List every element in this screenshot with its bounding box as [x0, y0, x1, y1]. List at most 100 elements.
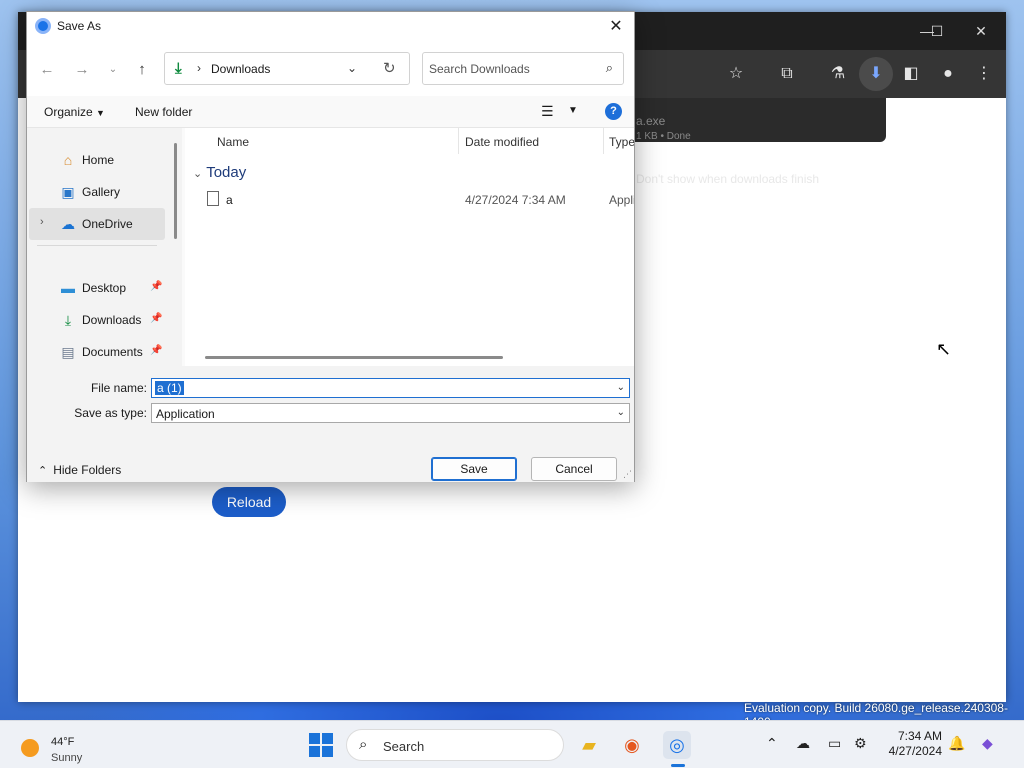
nav-item-label: Documents: [82, 345, 143, 359]
star-icon[interactable]: ☆: [724, 62, 748, 86]
file-explorer-icon[interactable]: ▰: [575, 731, 603, 759]
menu-icon[interactable]: ⋮: [972, 62, 996, 86]
file-name: a: [226, 193, 233, 207]
nav-item-label: OneDrive: [82, 217, 133, 231]
back-arrow-icon[interactable]: ←: [37, 60, 57, 80]
nav-divider: [37, 245, 157, 246]
view-list-icon[interactable]: ☰: [541, 103, 554, 120]
windows-start-icon[interactable]: [309, 733, 333, 757]
column-header-name[interactable]: Name: [217, 135, 249, 157]
labs-icon[interactable]: ⚗: [826, 62, 850, 86]
reload-button[interactable]: Reload: [212, 487, 286, 517]
column-separator[interactable]: [603, 128, 604, 154]
file-list: Name Date modified Type ⌄ Today a 4/27/20…: [185, 128, 634, 366]
help-icon[interactable]: ?: [605, 103, 622, 120]
clock-time: 7:34 AM: [897, 729, 942, 743]
save-as-type-select[interactable]: Application ⌄: [151, 403, 630, 423]
nav-item-gallery[interactable]: ▣ Gallery: [29, 176, 165, 208]
taskbar: 44°F Sunny ⌕ Search ▰ ◉ ◎ ⌃ ☁ ▭ ⚙ 7:34 A…: [0, 720, 1024, 768]
firefox-icon[interactable]: ◉: [618, 731, 646, 759]
address-location[interactable]: Downloads: [211, 62, 270, 76]
chevron-up-icon[interactable]: ⌃: [766, 735, 778, 752]
close-window-icon[interactable]: ✕: [970, 20, 992, 42]
chevron-down-icon[interactable]: ⌄: [347, 61, 357, 75]
resize-grip-icon[interactable]: ⋰: [623, 469, 632, 480]
nav-item-label: Home: [82, 153, 115, 167]
taskbar-search[interactable]: ⌕ Search: [346, 729, 564, 761]
caret-down-icon[interactable]: ▼: [568, 105, 578, 116]
pin-icon[interactable]: 📌: [150, 281, 162, 292]
search-input[interactable]: [429, 60, 589, 78]
organize-button[interactable]: Organize ▼: [44, 105, 105, 119]
bell-icon[interactable]: 🔔: [948, 735, 965, 752]
organize-label: Organize: [44, 105, 93, 119]
chevron-right-icon[interactable]: ›: [40, 216, 44, 228]
nav-item-label: Gallery: [82, 185, 121, 199]
sun-icon[interactable]: [21, 739, 39, 757]
file-type: Appli: [609, 193, 634, 207]
chevron-down-icon: ⌄: [193, 168, 203, 180]
nav-scrollbar[interactable]: [174, 143, 177, 239]
search-icon[interactable]: ⌕: [606, 60, 613, 76]
gallery-icon: ▣: [61, 184, 75, 200]
navigation-pane: ⌂ Home ▣ Gallery › ☁ OneDrive ▬ Desktop …: [27, 128, 182, 366]
file-row[interactable]: a 4/27/2024 7:34 AM Appli: [185, 186, 634, 212]
horizontal-scrollbar[interactable]: [205, 356, 503, 359]
file-name-field[interactable]: a (1) ⌄: [151, 378, 630, 398]
downloads-icon[interactable]: ⬇: [859, 57, 893, 91]
address-bar[interactable]: ⤓ › Downloads ⌄ ↻: [164, 52, 410, 85]
downloads-notice[interactable]: Don't show when downloads finish: [636, 172, 819, 186]
cancel-button[interactable]: Cancel: [531, 457, 617, 481]
chrome-icon: [35, 18, 51, 34]
system-clock[interactable]: 7:34 AM 4/27/2024: [878, 729, 942, 759]
close-icon[interactable]: ✕: [604, 15, 628, 39]
weather-condition[interactable]: Sunny: [51, 752, 82, 764]
onedrive-off-icon[interactable]: ☁: [796, 735, 810, 752]
refresh-icon[interactable]: ↻: [383, 59, 396, 77]
column-header-date[interactable]: Date modified: [465, 135, 539, 157]
profile-icon[interactable]: ●: [936, 62, 960, 86]
file-name-value[interactable]: a (1): [155, 381, 184, 395]
cloud-icon: ☁: [61, 216, 75, 232]
taskbar-search-label: Search: [383, 739, 425, 754]
file-date: 4/27/2024 7:34 AM: [465, 193, 566, 207]
nav-item-home[interactable]: ⌂ Home: [29, 144, 165, 176]
pin-icon[interactable]: 📌: [150, 345, 162, 356]
search-box[interactable]: ⌕: [422, 52, 624, 85]
desktop-icon: ▬: [61, 280, 75, 296]
side-panel-icon[interactable]: ◧: [899, 62, 923, 86]
recent-chevron-icon[interactable]: ⌄: [103, 60, 123, 80]
nav-item-documents[interactable]: ▤ Documents 📌: [29, 336, 165, 368]
copilot-icon[interactable]: ◆: [982, 735, 993, 752]
display-icon[interactable]: ▭: [828, 735, 841, 752]
download-icon: ⤓: [175, 60, 182, 77]
save-button[interactable]: Save: [431, 457, 517, 481]
nav-item-label: Desktop: [82, 281, 127, 295]
nav-item-label: Downloads: [82, 313, 142, 327]
group-header-today[interactable]: ⌄ Today: [193, 164, 246, 181]
breadcrumb-chevron-icon: ›: [197, 61, 201, 75]
new-folder-button[interactable]: New folder: [135, 105, 192, 119]
save-form: File name: a (1) ⌄ Save as type: Applica…: [27, 366, 634, 482]
up-arrow-icon[interactable]: ↑: [132, 60, 152, 80]
documents-icon: ▤: [61, 344, 75, 360]
nav-item-desktop[interactable]: ▬ Desktop 📌: [29, 272, 165, 304]
chevron-down-icon[interactable]: ⌄: [617, 407, 625, 418]
nav-item-downloads[interactable]: ⤓ Downloads 📌: [29, 304, 165, 336]
maximize-icon[interactable]: ☐: [926, 20, 948, 42]
pin-icon[interactable]: 📌: [150, 313, 162, 324]
column-separator[interactable]: [458, 128, 459, 154]
command-bar: Organize ▼ New folder ☰ ▼ ?: [27, 96, 634, 128]
file-name-label: File name:: [90, 381, 147, 395]
save-as-dialog: Save As ✕ ← → ⌄ ↑ ⤓ › Downloads ⌄ ↻ ⌕ Or…: [26, 11, 635, 482]
extensions-icon[interactable]: ⧉: [775, 62, 799, 86]
nav-item-onedrive[interactable]: › ☁ OneDrive: [29, 208, 165, 240]
chevron-down-icon[interactable]: ⌄: [617, 382, 625, 393]
hide-folders-toggle[interactable]: ⌃ Hide Folders: [38, 463, 121, 477]
download-file-name: a.exe: [636, 114, 666, 128]
network-icon[interactable]: ⚙: [854, 735, 867, 752]
forward-arrow-icon[interactable]: →: [72, 60, 92, 80]
column-header-type[interactable]: Type: [609, 135, 634, 157]
chrome-taskbar-icon[interactable]: ◎: [663, 731, 691, 767]
weather-temperature[interactable]: 44°F: [51, 736, 74, 748]
